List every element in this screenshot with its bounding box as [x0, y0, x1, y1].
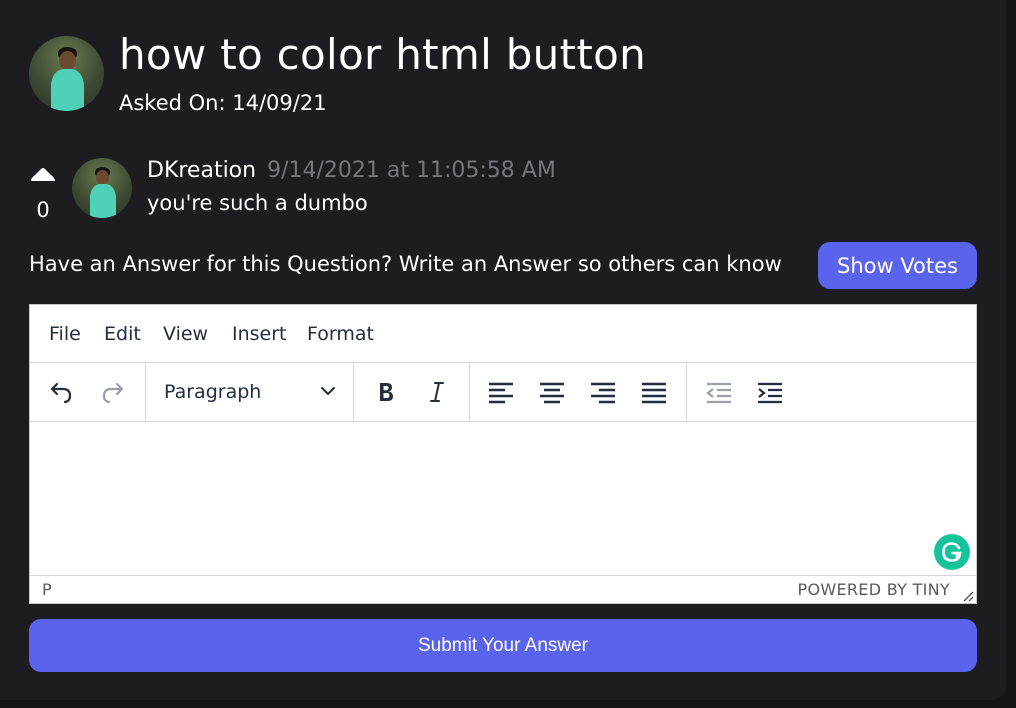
outdent-icon[interactable]	[702, 375, 736, 409]
powered-by-tiny-link[interactable]: POWERED BY TINY	[798, 580, 951, 599]
asked-on-date: Asked On: 14/09/21	[119, 91, 327, 115]
vote-count: 0	[36, 198, 50, 222]
block-format-select[interactable]: Paragraph	[148, 375, 348, 409]
menu-edit[interactable]: Edit	[104, 323, 141, 345]
editor-toolbar: Paragraph	[30, 363, 976, 422]
redo-icon[interactable]	[96, 375, 130, 409]
resize-handle-icon[interactable]	[962, 590, 974, 602]
undo-icon[interactable]	[44, 375, 78, 409]
answer-prompt: Have an Answer for this Question? Write …	[29, 252, 782, 276]
editor-statusbar: P POWERED BY TINY	[30, 575, 976, 604]
chevron-down-icon	[321, 387, 335, 396]
comment-timestamp: 9/14/2021 at 11:05:58 AM	[267, 158, 556, 183]
indent-icon[interactable]	[753, 375, 787, 409]
align-right-icon[interactable]	[586, 375, 620, 409]
menu-file[interactable]: File	[49, 323, 81, 345]
element-path[interactable]: P	[42, 580, 52, 599]
align-center-icon[interactable]	[535, 375, 569, 409]
block-format-value: Paragraph	[164, 381, 262, 403]
question-author-avatar	[29, 36, 104, 111]
align-left-icon[interactable]	[484, 375, 518, 409]
comment-header: DKreation 9/14/2021 at 11:05:58 AM	[147, 158, 556, 183]
comment-author[interactable]: DKreation	[147, 158, 256, 183]
comment-author-avatar	[72, 158, 132, 218]
question-title: how to color html button	[119, 30, 647, 79]
rich-text-editor: File Edit View Insert Format Paragraph P…	[29, 304, 977, 604]
editor-menubar: File Edit View Insert Format	[30, 305, 976, 363]
comment-text: you're such a dumbo	[147, 191, 368, 215]
upvote-icon[interactable]	[29, 166, 57, 182]
show-votes-button[interactable]: Show Votes	[818, 242, 977, 289]
italic-icon[interactable]	[420, 375, 454, 409]
bold-icon[interactable]	[369, 375, 403, 409]
menu-insert[interactable]: Insert	[232, 323, 287, 345]
menu-view[interactable]: View	[163, 323, 208, 345]
submit-answer-button[interactable]: Submit Your Answer	[29, 619, 977, 672]
question-card: how to color html button Asked On: 14/09…	[0, 0, 1006, 700]
align-justify-icon[interactable]	[637, 375, 671, 409]
grammarly-icon[interactable]	[934, 534, 970, 570]
menu-format[interactable]: Format	[307, 323, 374, 345]
editor-content-area[interactable]	[30, 422, 976, 574]
